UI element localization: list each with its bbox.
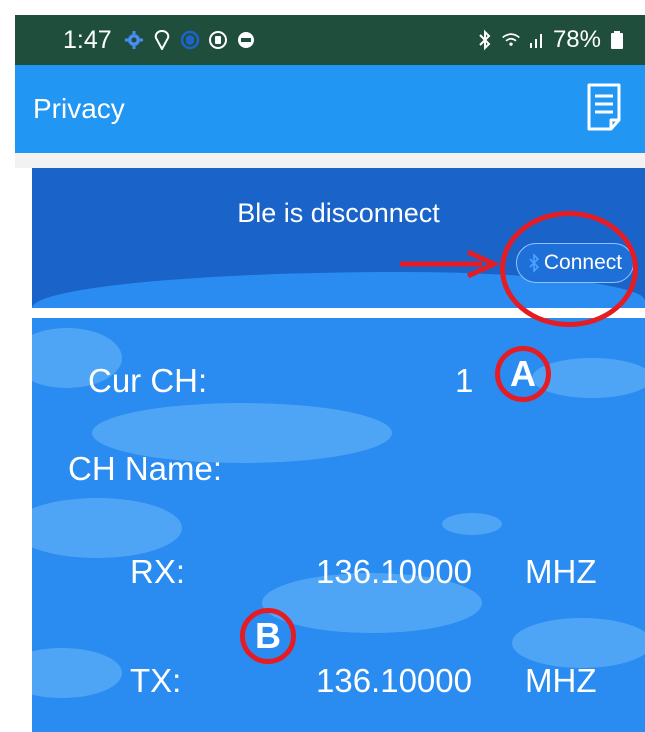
security-badge-icon [208, 30, 228, 50]
status-time: 1:47 [63, 25, 112, 54]
background-bubble [512, 618, 645, 668]
shield-icon [180, 30, 200, 50]
status-bar: 1:47 78% [15, 15, 645, 65]
bluetooth-icon [475, 29, 495, 51]
app-icon [236, 30, 256, 50]
rx-label: RX: [130, 553, 186, 590]
settings-gear-icon [124, 30, 144, 50]
annotation-marker-b: B [240, 608, 296, 664]
status-left-group: 1:47 [63, 26, 256, 55]
signal-icon [527, 30, 547, 50]
tx-frequency-value: 136.10000 [316, 662, 472, 699]
content-gap [15, 153, 645, 168]
app-screen: 1:47 78% Privacy Ble is disconnect Conne… [0, 0, 645, 732]
battery-percentage: 78% [552, 26, 601, 53]
background-bubble [32, 498, 182, 558]
tx-unit: MHZ [525, 662, 597, 699]
ch-name-label: CH Name: [68, 450, 223, 487]
wifi-icon [501, 30, 521, 50]
app-bar: Privacy [15, 65, 645, 153]
annotation-marker-a: A [495, 346, 551, 402]
rx-unit: MHZ [525, 553, 597, 590]
page-title: Privacy [33, 93, 125, 124]
notes-icon [585, 82, 625, 137]
cur-ch-label: Cur CH: [88, 362, 208, 399]
notes-button[interactable] [583, 83, 627, 135]
tx-label: TX: [130, 662, 182, 699]
battery-icon [607, 30, 627, 50]
background-bubble [442, 513, 502, 535]
background-bubble [32, 648, 122, 698]
red-arrow-annotation [400, 249, 500, 279]
rx-frequency-value: 136.10000 [316, 553, 472, 590]
location-pin-icon [152, 30, 172, 50]
connect-highlight-ring [500, 211, 638, 327]
cur-ch-value: 1 [455, 362, 474, 399]
status-right-group: 78% [475, 26, 627, 54]
